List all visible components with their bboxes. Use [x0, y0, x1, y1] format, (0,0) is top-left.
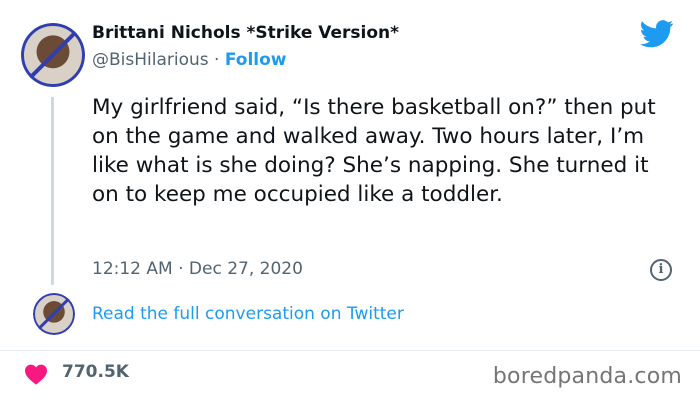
- twitter-bird-icon[interactable]: [640, 20, 674, 48]
- divider: [0, 350, 700, 351]
- heart-icon[interactable]: [24, 363, 48, 385]
- thread-line: [51, 97, 54, 285]
- boredpanda-watermark: boredpanda.com: [492, 364, 682, 389]
- conversation-avatar: [33, 293, 75, 335]
- read-conversation-link[interactable]: Read the full conversation on Twitter: [92, 304, 404, 324]
- like-count: 770.5K: [62, 362, 129, 382]
- handle-separator: ·: [208, 50, 225, 70]
- tweet-timestamp[interactable]: 12:12 AM · Dec 27, 2020: [92, 259, 303, 279]
- info-icon[interactable]: i: [650, 259, 672, 281]
- tweet-card: Brittani Nichols *Strike Version* @BisHi…: [0, 0, 700, 400]
- follow-button[interactable]: Follow: [225, 50, 287, 70]
- author-avatar[interactable]: [21, 23, 85, 87]
- tweet-text: My girlfriend said, “Is there basketball…: [92, 95, 656, 207]
- author-handle[interactable]: @BisHilarious: [92, 50, 209, 70]
- author-display-name[interactable]: Brittani Nichols *Strike Version*: [92, 23, 399, 43]
- author-handle-row: @BisHilarious · Follow: [92, 50, 287, 70]
